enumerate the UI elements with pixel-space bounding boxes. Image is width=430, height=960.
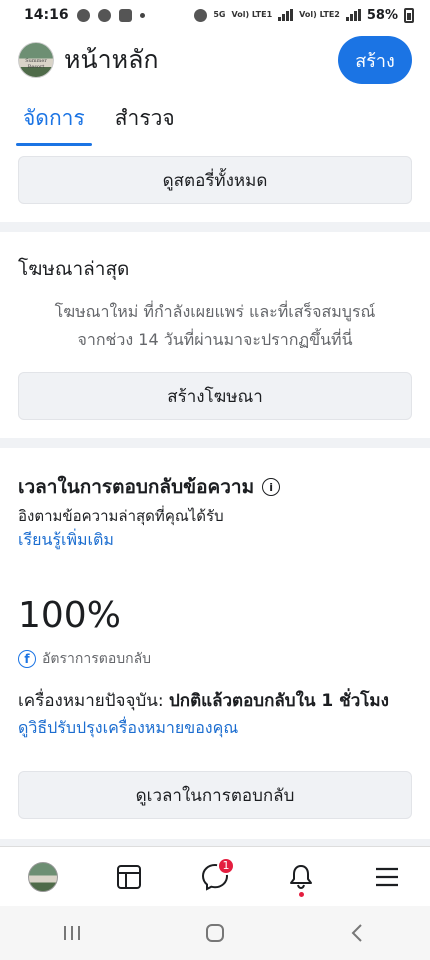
response-time-title: เวลาในการตอบกลับข้อความ <box>18 476 255 498</box>
nav-menu[interactable] <box>363 853 411 901</box>
android-nav-bar <box>0 906 430 960</box>
avatar-logo-text: Summer Resort <box>25 58 47 70</box>
recent-ads-title: โฆษณาล่าสุด <box>18 258 130 280</box>
signal-2-icon <box>345 9 361 21</box>
recent-ads-card: โฆษณาล่าสุด โฆษณาใหม่ ที่กำลังเผยแพร่ แล… <box>0 232 430 438</box>
feed-icon <box>117 864 141 889</box>
learn-more-link[interactable]: เรียนรู้เพิ่มเติม <box>18 528 412 553</box>
current-badge-prefix: เครื่องหมายปัจจุบัน: <box>18 691 169 711</box>
status-left: 14:16 <box>24 7 145 23</box>
bell-icon <box>290 864 312 889</box>
app-header: Summer Resort หน้าหลัก สร้าง <box>0 30 430 90</box>
view-response-time-button[interactable]: ดูเวลาในการตอบกลับ <box>18 771 412 819</box>
signal-1-icon <box>278 9 294 21</box>
back-icon <box>351 924 363 942</box>
current-badge: เครื่องหมายปัจจุบัน: ปกติแล้วตอบกลับใน 1… <box>18 686 412 716</box>
facebook-notification-icon <box>76 8 90 22</box>
recent-apps-icon <box>63 926 80 940</box>
network-5g-label: 5G <box>213 10 226 19</box>
messages-badge: 1 <box>217 856 235 875</box>
nav-notifications[interactable] <box>277 853 325 901</box>
status-bar: 14:16 5G Vol) LTE1 Vol) LTE2 58% <box>0 0 430 30</box>
battery-icon <box>404 7 414 23</box>
tab-explore[interactable]: สำรวจ <box>112 90 178 146</box>
home-button[interactable] <box>195 913 235 953</box>
ads-description-line-2: จากช่วง 14 วันที่ผ่านมาจะปรากฏขึ้นที่นี่ <box>77 330 353 349</box>
status-time: 14:16 <box>24 7 69 23</box>
main-content[interactable]: ดูสตอรี่ทั้งหมด โฆษณาล่าสุด โฆษณาใหม่ ที… <box>0 146 430 846</box>
response-time-card: เวลาในการตอบกลับข้อความ i อิงตามข้อความล… <box>0 448 430 839</box>
recent-apps-button[interactable] <box>52 913 92 953</box>
page-avatar-icon <box>28 861 58 892</box>
page-avatar[interactable]: Summer Resort <box>18 42 54 78</box>
tab-manage[interactable]: จัดการ <box>16 90 92 146</box>
nav-page-avatar[interactable] <box>19 853 67 901</box>
response-rate-label: อัตราการตอบกลับ <box>42 651 152 667</box>
facebook-icon: f <box>18 650 36 668</box>
response-rate-value: 100% <box>18 595 121 636</box>
info-icon[interactable]: i <box>262 478 281 496</box>
network-label-2: Vol) LTE2 <box>299 10 340 19</box>
alarm-icon <box>194 8 208 22</box>
improve-badge-link[interactable]: ดูวิธีปรับปรุงเครื่องหมายของคุณ <box>18 716 412 741</box>
view-all-stories-button[interactable]: ดูสตอรี่ทั้งหมด <box>18 156 412 204</box>
network-label-1: Vol) LTE1 <box>231 10 273 19</box>
home-icon <box>205 924 224 942</box>
recent-ads-description: โฆษณาใหม่ ที่กำลังเผยแพร่ และที่เสร็จสมบ… <box>18 298 412 354</box>
response-subtitle: อิงตามข้อความล่าสุดที่คุณได้รับ <box>18 507 224 525</box>
stories-card: ดูสตอรี่ทั้งหมด <box>0 146 430 222</box>
menu-icon <box>376 867 398 886</box>
nav-feed[interactable] <box>105 853 153 901</box>
battery-percent: 58% <box>366 7 398 23</box>
nav-messages[interactable]: 1 <box>191 853 239 901</box>
status-right: 5G Vol) LTE1 Vol) LTE2 58% <box>194 7 414 23</box>
create-button[interactable]: สร้าง <box>338 36 412 84</box>
create-ad-button[interactable]: สร้างโฆษณา <box>18 372 412 420</box>
messenger-notification-icon <box>97 8 111 22</box>
chat-notification-icon <box>118 8 132 22</box>
ads-description-line-1: โฆษณาใหม่ ที่กำลังเผยแพร่ และที่เสร็จสมบ… <box>54 302 376 321</box>
response-title-row: เวลาในการตอบกลับข้อความ i <box>18 472 412 502</box>
current-badge-value: ปกติแล้วตอบกลับใน 1 ชั่วโมง <box>169 691 389 711</box>
page-title: หน้าหลัก <box>64 45 159 74</box>
more-notifications-dot-icon <box>139 12 145 18</box>
back-button[interactable] <box>338 913 378 953</box>
notification-dot <box>299 891 304 897</box>
bottom-nav: 1 <box>0 846 430 906</box>
tab-bar: จัดการ สำรวจ <box>0 90 430 146</box>
response-rate-row: f อัตราการตอบกลับ <box>18 648 412 670</box>
